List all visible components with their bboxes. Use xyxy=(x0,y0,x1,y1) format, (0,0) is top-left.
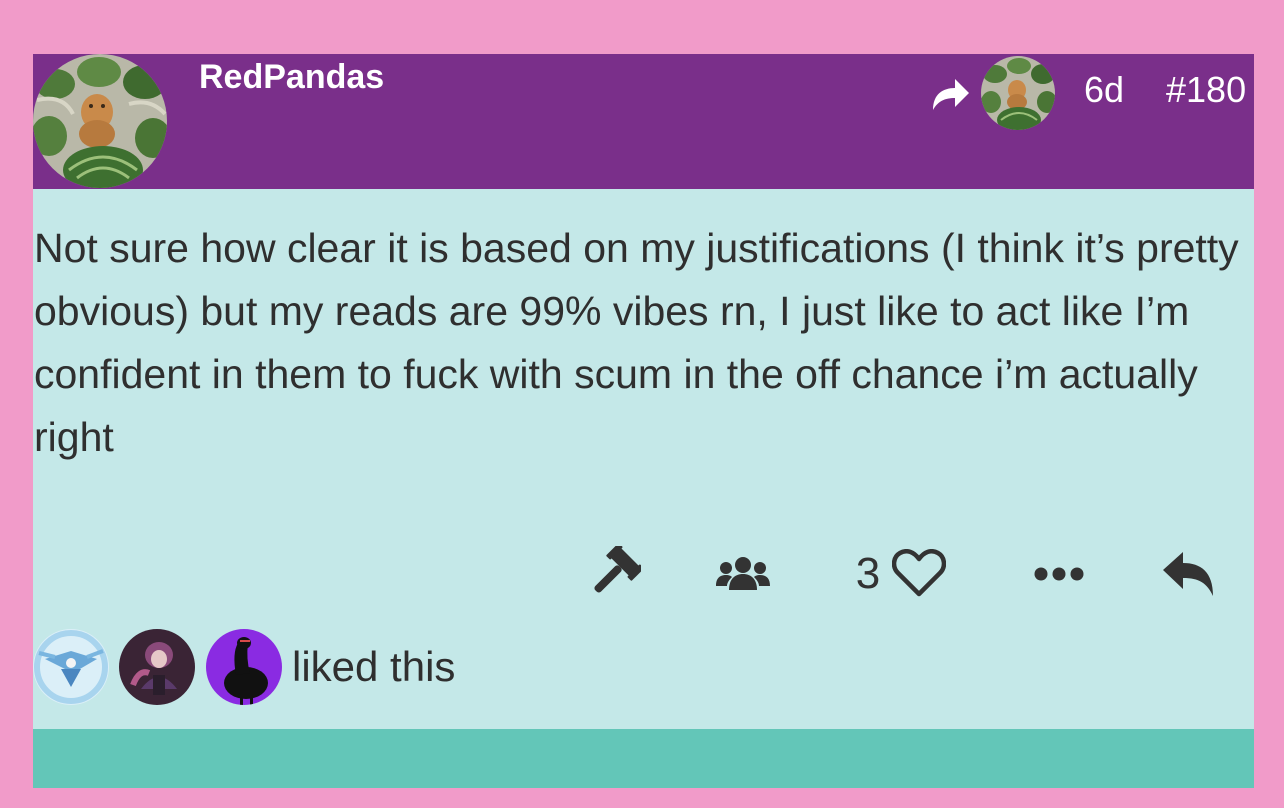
reply-to-avatar[interactable] xyxy=(981,56,1055,130)
reply-button[interactable] xyxy=(1159,541,1219,607)
forum-post: RedPandas 6d #180 Not sure how clear it … xyxy=(33,54,1254,788)
gavel-icon xyxy=(594,546,641,593)
more-options-button[interactable] xyxy=(1029,541,1089,607)
like-count: 3 xyxy=(855,549,881,598)
post-footer xyxy=(33,729,1254,788)
post-body: Not sure how clear it is based on my jus… xyxy=(33,189,1254,729)
liked-this-label: liked this xyxy=(292,643,456,690)
author-name[interactable]: RedPandas xyxy=(199,54,384,100)
post-actions: 3 xyxy=(33,541,1254,607)
vote-button[interactable] xyxy=(583,541,643,607)
liker-avatar[interactable] xyxy=(33,629,109,705)
reply-arrow-icon xyxy=(1163,552,1213,596)
post-text: Not sure how clear it is based on my jus… xyxy=(34,225,1239,460)
post-number-link[interactable]: #180 xyxy=(1166,70,1246,110)
liker-avatar[interactable] xyxy=(206,629,282,705)
users-icon xyxy=(716,557,770,590)
share-button[interactable] xyxy=(929,74,971,114)
liker-avatar[interactable] xyxy=(119,629,195,705)
heart-icon xyxy=(892,549,947,597)
post-timestamp[interactable]: 6d xyxy=(1084,70,1124,110)
liked-by: liked this xyxy=(33,629,933,709)
post-header: RedPandas 6d #180 xyxy=(33,54,1254,189)
author-avatar[interactable] xyxy=(33,54,167,188)
share-arrow-icon xyxy=(933,79,969,110)
like-button[interactable]: 3 xyxy=(841,541,961,607)
ellipsis-icon xyxy=(1034,567,1084,581)
players-button[interactable] xyxy=(713,541,773,607)
